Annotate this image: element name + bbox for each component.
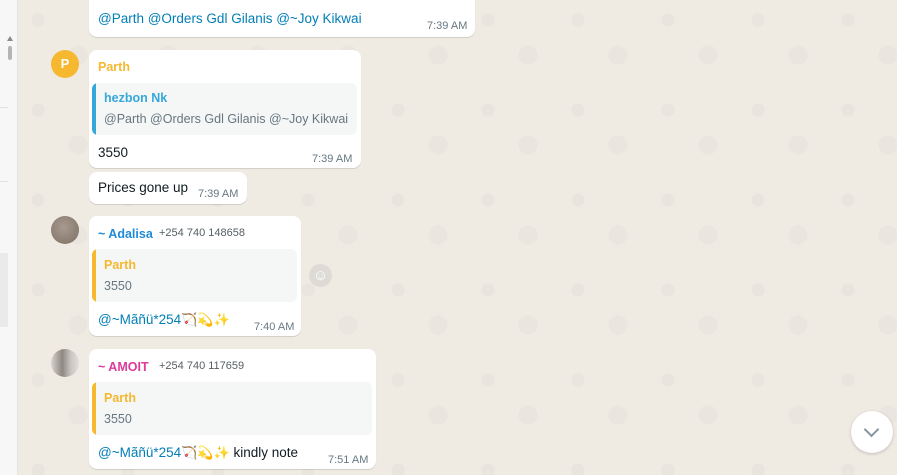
message-text[interactable]: @~Mãñü*254🏹💫✨	[98, 312, 230, 328]
sender-phone: +254 740 117659	[159, 360, 245, 372]
quote-text: 3550	[104, 412, 132, 426]
avatar[interactable]	[51, 216, 79, 244]
avatar[interactable]	[51, 349, 79, 377]
message-time: 7:39 AM	[312, 153, 353, 165]
quote-bar	[92, 249, 96, 302]
message-bubble[interactable]: ~ Adalisa +254 740 148658 Parth 3550 @~M…	[89, 216, 301, 336]
side-scrollbar-thumb[interactable]	[8, 46, 12, 60]
smiley-icon[interactable]: ☺	[309, 264, 332, 287]
side-panel-edge	[0, 0, 18, 475]
avatar[interactable]: P	[51, 50, 79, 78]
message-time: 7:39 AM	[198, 188, 239, 200]
quote-text: 3550	[104, 279, 132, 293]
sender-name[interactable]: ~ AMOIT	[98, 360, 149, 374]
scroll-up-arrow-icon[interactable]	[7, 36, 13, 41]
mention[interactable]: @~Mãñü*254	[98, 312, 181, 327]
message-text[interactable]: @Parth @Orders Gdl Gilanis @~Joy Kikwai	[98, 11, 362, 26]
message-text[interactable]: Prices gone up	[98, 180, 188, 195]
message-bubble[interactable]: Parth hezbon Nk @Parth @Orders Gdl Gilan…	[89, 50, 361, 168]
message-text[interactable]: 3550	[98, 145, 128, 160]
sender-name[interactable]: Parth	[98, 60, 130, 74]
side-panel-card	[0, 253, 8, 327]
chevron-down-icon	[863, 421, 880, 438]
message-time: 7:39 AM	[427, 20, 468, 32]
quoted-message[interactable]: Parth 3550	[92, 249, 297, 302]
scroll-down-button[interactable]	[851, 411, 893, 453]
message-time: 7:51 AM	[328, 454, 369, 466]
quote-bar	[92, 382, 96, 435]
quote-text: @Parth @Orders Gdl Gilanis @~Joy Kikwai	[104, 112, 349, 126]
quoted-message[interactable]: hezbon Nk @Parth @Orders Gdl Gilanis @~J…	[92, 83, 357, 135]
quote-bar	[92, 83, 96, 135]
message-time: 7:40 AM	[254, 321, 295, 333]
sender-name[interactable]: ~ Adalisa	[98, 227, 153, 241]
quote-sender: hezbon Nk	[104, 91, 168, 105]
message-bubble[interactable]: @Parth @Orders Gdl Gilanis @~Joy Kikwai …	[89, 0, 475, 37]
quoted-message[interactable]: Parth 3550	[92, 382, 372, 435]
message-text[interactable]: @~Mãñü*254🏹💫✨ kindly note	[98, 445, 298, 461]
divider	[0, 181, 8, 182]
sender-phone: +254 740 148658	[159, 227, 245, 239]
quote-sender: Parth	[104, 258, 136, 272]
quote-sender: Parth	[104, 391, 136, 405]
chat-area: @Parth @Orders Gdl Gilanis @~Joy Kikwai …	[18, 0, 897, 475]
emoji: 🏹💫✨	[181, 446, 230, 461]
message-bubble[interactable]: Prices gone up 7:39 AM	[89, 172, 247, 204]
message-bubble[interactable]: ~ AMOIT +254 740 117659 Parth 3550 @~Mãñ…	[89, 349, 376, 469]
divider	[0, 107, 8, 108]
mention[interactable]: @~Mãñü*254	[98, 445, 181, 460]
emoji: 🏹💫✨	[181, 313, 230, 328]
message-text-rest: kindly note	[229, 445, 298, 460]
